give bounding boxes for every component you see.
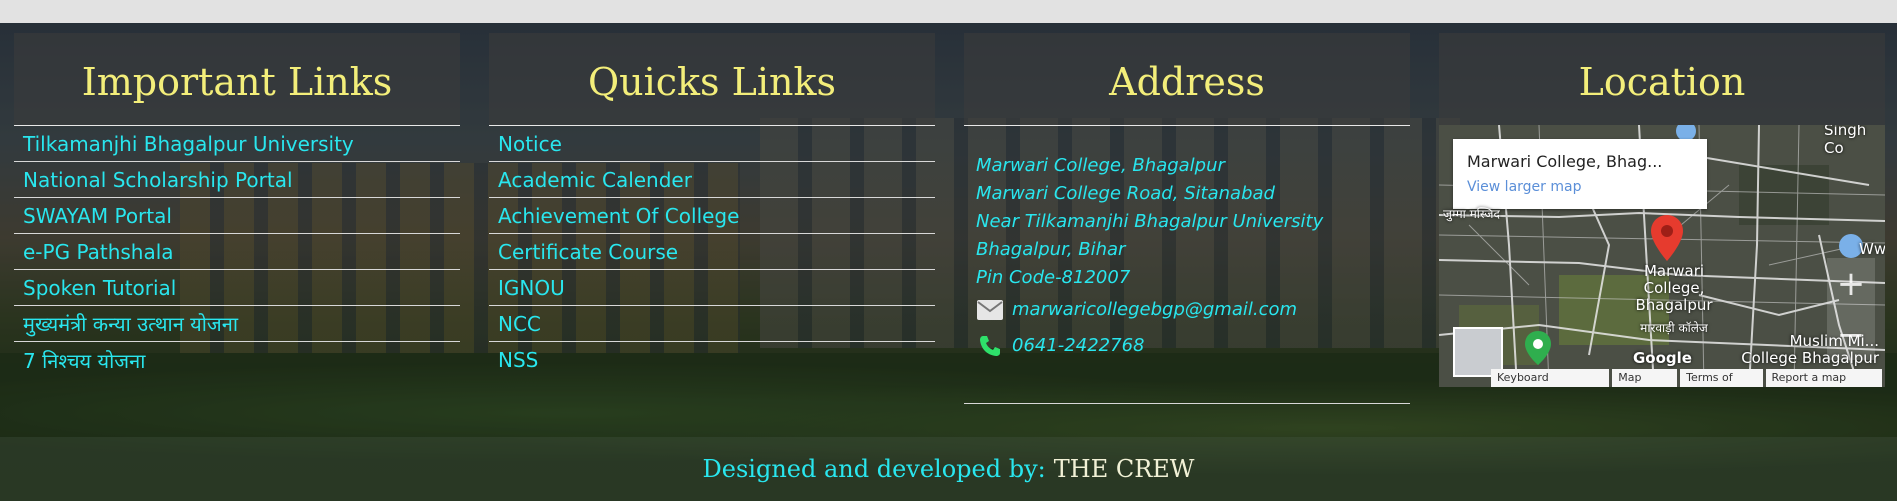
- credits-crew[interactable]: THE CREW: [1054, 455, 1195, 483]
- map-marker-label: Marwari College, Bhagalpur: [1635, 262, 1713, 314]
- address-header: Address: [964, 33, 1410, 125]
- google-map-embed[interactable]: Marwari College, Bhag... View larger map…: [1439, 125, 1885, 387]
- link-notice[interactable]: Notice: [489, 126, 935, 162]
- zoom-out-button[interactable]: −: [1827, 309, 1875, 360]
- link-spoken-tutorial[interactable]: Spoken Tutorial: [14, 270, 460, 306]
- map-attribution: Keyboard shortcuts Map Data Terms of Use…: [1491, 369, 1885, 387]
- address-line-3: Near Tilkamanjhi Bhagalpur University: [976, 211, 1324, 232]
- location-title: Location: [1578, 60, 1746, 104]
- view-larger-map-link[interactable]: View larger map: [1467, 179, 1581, 195]
- quick-links-title: Quicks Links: [587, 60, 837, 104]
- link-national-scholarship-portal[interactable]: National Scholarship Portal: [14, 162, 460, 198]
- site-footer: Important Links Tilkamanjhi Bhagalpur Un…: [0, 23, 1897, 501]
- map-label-singh: Singh Co: [1824, 125, 1867, 157]
- address-column: Address Marwari College, Bhagalpur Marwa…: [964, 33, 1410, 413]
- important-links-column: Important Links Tilkamanjhi Bhagalpur Un…: [14, 33, 460, 378]
- address-body: Marwari College, Bhagalpur Marwari Colle…: [964, 125, 1410, 364]
- keyboard-shortcuts-link[interactable]: Keyboard shortcuts: [1491, 369, 1610, 387]
- map-place-card: Marwari College, Bhag... View larger map: [1453, 139, 1707, 209]
- link-certificate-course[interactable]: Certificate Course: [489, 234, 935, 270]
- address-line-4: Bhagalpur, Bihar: [976, 239, 1126, 260]
- email-row[interactable]: marwaricollegebgp@gmail.com: [976, 292, 1410, 328]
- map-data-link[interactable]: Map Data: [1612, 369, 1678, 387]
- link-academic-calender[interactable]: Academic Calender: [489, 162, 935, 198]
- link-ignou[interactable]: IGNOU: [489, 270, 935, 306]
- map-label-hindi: मारवाड़ी कॉलेज: [1640, 321, 1708, 335]
- link-swayam-portal[interactable]: SWAYAM Portal: [14, 198, 460, 234]
- browser-top-strip: [0, 0, 1897, 23]
- address-title: Address: [1109, 60, 1265, 104]
- map-green-pin-icon: [1525, 331, 1551, 365]
- link-epg-pathshala[interactable]: e-PG Pathshala: [14, 234, 460, 270]
- map-label-masjid: जुम्मा मस्जिद: [1443, 207, 1500, 221]
- link-nss[interactable]: NSS: [489, 342, 935, 378]
- report-map-error-link[interactable]: Report a map error: [1765, 369, 1882, 387]
- zoom-in-button[interactable]: +: [1827, 258, 1875, 309]
- location-header: Location: [1439, 33, 1885, 125]
- map-marker-icon[interactable]: [1651, 215, 1683, 261]
- email-link[interactable]: marwaricollegebgp@gmail.com: [1012, 296, 1297, 324]
- phone-link[interactable]: 0641-2422768: [1012, 332, 1144, 360]
- link-achievement[interactable]: Achievement Of College: [489, 198, 935, 234]
- link-tilkamanjhi-university[interactable]: Tilkamanjhi Bhagalpur University: [14, 126, 460, 162]
- important-links-list: Tilkamanjhi Bhagalpur University Nationa…: [14, 125, 460, 378]
- link-kanya-utthan-yojana[interactable]: मुख्यमंत्री कन्या उत्थान योजना: [14, 306, 460, 342]
- map-place-name: Marwari College, Bhag...: [1467, 152, 1663, 171]
- terms-of-use-link[interactable]: Terms of Use: [1680, 369, 1763, 387]
- phone-icon: [976, 332, 1004, 360]
- address-pin-code: Pin Code-812007: [976, 267, 1131, 288]
- phone-row[interactable]: 0641-2422768: [976, 328, 1410, 364]
- important-links-title: Important Links: [81, 60, 393, 104]
- quick-links-header: Quicks Links: [489, 33, 935, 125]
- map-label-www: Www: [1859, 240, 1885, 258]
- envelope-icon: [976, 296, 1004, 324]
- link-7-nishchay-yojana[interactable]: 7 निश्चय योजना: [14, 342, 460, 378]
- important-links-header: Important Links: [14, 33, 460, 125]
- quick-links-list: Notice Academic Calender Achievement Of …: [489, 125, 935, 378]
- map-zoom-controls: + −: [1827, 258, 1875, 360]
- link-ncc[interactable]: NCC: [489, 306, 935, 342]
- google-logo: Google: [1633, 349, 1692, 367]
- address-block: Marwari College, Bhagalpur Marwari Colle…: [964, 126, 1410, 364]
- address-line-1: Marwari College, Bhagalpur: [976, 155, 1225, 176]
- credits-bar: Designed and developed by: THE CREW: [0, 437, 1897, 501]
- location-column: Location Marwari College, Bhag... View l…: [1439, 33, 1885, 387]
- address-line-2: Marwari College Road, Sitanabad: [976, 183, 1275, 204]
- address-divider: [964, 403, 1410, 404]
- quick-links-column: Quicks Links Notice Academic Calender Ac…: [489, 33, 935, 378]
- credits-label: Designed and developed by:: [702, 455, 1046, 483]
